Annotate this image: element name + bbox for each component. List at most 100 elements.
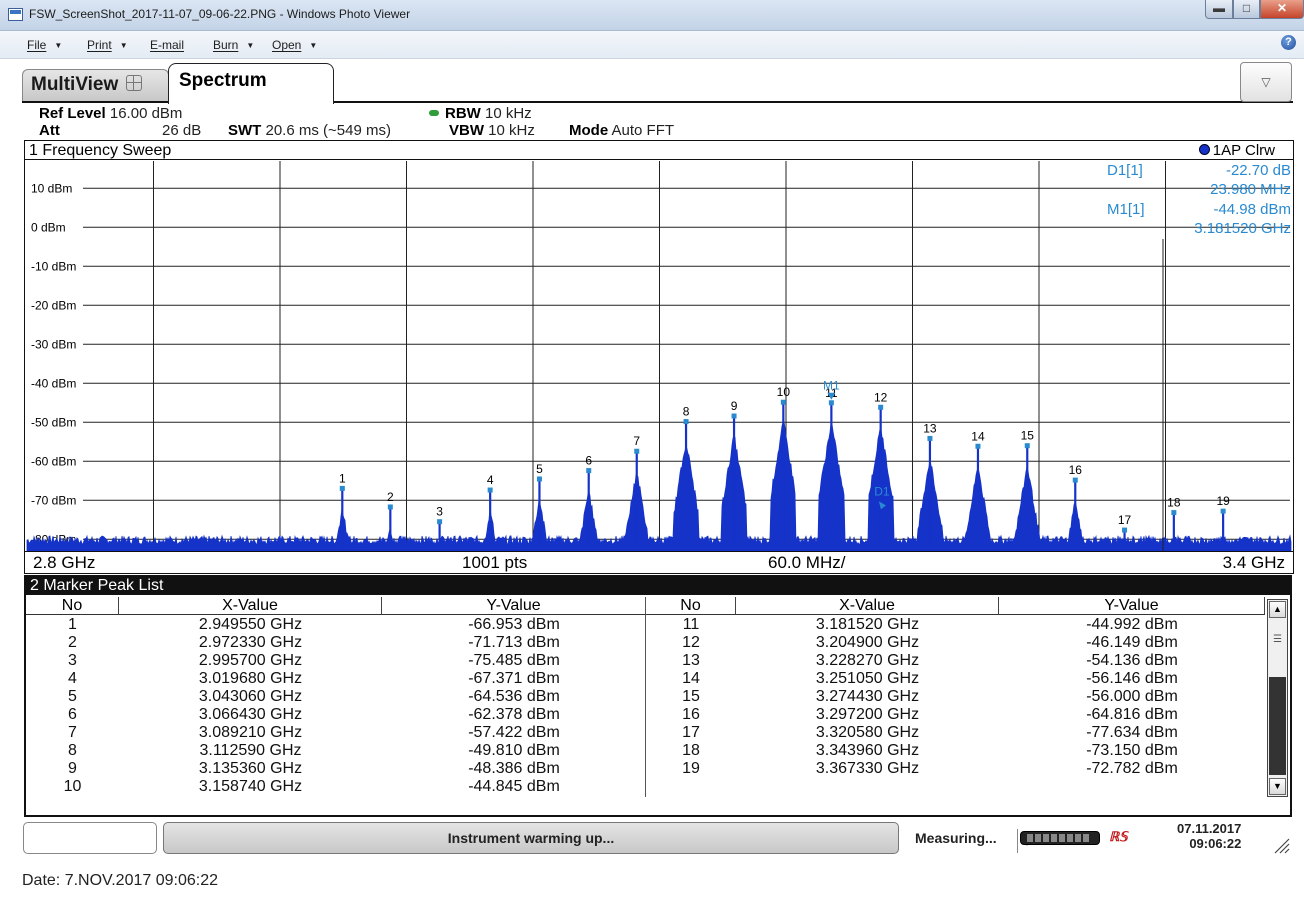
peak-label-5: 5: [536, 462, 543, 476]
peak-marker-14: [975, 443, 981, 449]
peak-row-no-17: 17: [682, 724, 700, 741]
peak-label-18: 18: [1167, 496, 1181, 510]
delta-marker-label: D1[1]: [1107, 162, 1143, 179]
chevron-down-icon: ▼: [54, 41, 63, 50]
scroll-up-icon[interactable]: ▲: [1269, 601, 1286, 618]
trace-legend: 1AP Clrw: [1198, 142, 1275, 159]
tab-multiview[interactable]: MultiView: [22, 69, 169, 101]
peak-row-x-16: 3.297200 GHz: [815, 706, 920, 723]
peak-marker-19: [1220, 508, 1226, 514]
help-icon[interactable]: ?: [1281, 35, 1296, 50]
peak-row-y-18: -73.150 dBm: [1086, 742, 1178, 759]
minimize-button[interactable]: ▬: [1205, 0, 1233, 19]
spectrum-plot: 10 dBm 0 dBm -10 dBm -20 dBm -30 dBm -40 dBm -…: [26, 161, 1292, 551]
column-header-y-value: Y-Value: [382, 597, 646, 615]
start-frequency: 2.8 GHz: [33, 553, 96, 572]
peak-row-no-3: 3: [68, 652, 77, 669]
scroll-down-icon[interactable]: ▼: [1269, 778, 1286, 795]
view-dropdown-button[interactable]: ▽: [1240, 62, 1292, 102]
column-header-x-value: X-Value: [119, 597, 382, 615]
peak-row-x-7: 3.089210 GHz: [198, 724, 303, 741]
y-tick-label: 0 dBm: [31, 220, 66, 234]
ref-marker-freq: 3.181520 GHz: [1194, 220, 1291, 237]
peak-marker-17: [1122, 527, 1128, 533]
menu-file[interactable]: File ▼: [27, 38, 62, 52]
peak-list-scrollbar[interactable]: ▲ ☰ ▼: [1267, 599, 1288, 797]
vbw-value: 10 kHz: [488, 122, 535, 139]
frequency-sweep-diagram: 1 Frequency Sweep 1AP Clrw 10 dBm 0 dBm -1…: [24, 140, 1294, 574]
chevron-down-icon: ▼: [309, 41, 318, 50]
menu-burn[interactable]: Burn ▼: [213, 38, 254, 52]
peak-row-x-11: 3.181520 GHz: [815, 616, 920, 633]
peak-row-y-12: -46.149 dBm: [1086, 634, 1178, 651]
peak-marker-2: [387, 504, 393, 510]
peak-row-no-14: 14: [682, 670, 700, 687]
peak-row-no-6: 6: [68, 706, 77, 723]
peak-row-x-15: 3.274430 GHz: [815, 688, 920, 705]
span-per-division: 60.0 MHz/: [768, 553, 846, 572]
ref-marker-value: -44.98 dBm: [1213, 201, 1291, 218]
peak-label-12: 12: [874, 390, 888, 404]
peak-row-no-9: 9: [68, 760, 77, 777]
ref-level-label: Ref Level: [39, 105, 106, 122]
peak-row-x-1: 2.949550 GHz: [198, 616, 303, 633]
peak-label-7: 7: [633, 434, 640, 448]
peak-marker-6: [586, 468, 592, 474]
column-header-no: No: [26, 597, 119, 615]
close-button[interactable]: ✕: [1260, 0, 1304, 19]
peak-row-no-16: 16: [682, 706, 700, 723]
menu-email[interactable]: E-mail: [150, 38, 184, 52]
y-tick-label: -20 dBm: [31, 298, 76, 312]
peak-label-14: 14: [971, 429, 985, 443]
stop-frequency: 3.4 GHz: [1222, 553, 1285, 572]
maximize-button[interactable]: □: [1233, 0, 1260, 19]
peak-x-column-2: 3.181520 GHz 3.204900 GHz 3.228270 GHz 3.25…: [736, 616, 999, 778]
menu-print[interactable]: Print ▼: [87, 38, 128, 52]
marker-peak-list: 2 Marker Peak List No X-Value Y-Value No…: [24, 575, 1292, 817]
resize-grip-icon: [1274, 838, 1290, 854]
peak-row-y-16: -64.816 dBm: [1086, 706, 1178, 723]
menu-bar: File ▼ Print ▼ E-mail Burn ▼ Open ▼: [0, 31, 1304, 59]
measuring-progress: [1020, 831, 1100, 845]
peak-no-column-2: 11 12 13 14 15 16 17 18 19: [646, 616, 736, 778]
peak-marker-10: [780, 399, 786, 405]
peak-row-y-2: -71.713 dBm: [468, 634, 560, 651]
peak-row-y-15: -56.000 dBm: [1086, 688, 1178, 705]
peak-row-y-10: -44.845 dBm: [468, 778, 560, 795]
status-input-box[interactable]: [23, 822, 157, 854]
peak-label-6: 6: [585, 454, 592, 468]
peak-row-x-17: 3.320580 GHz: [815, 724, 920, 741]
peak-row-x-4: 3.019680 GHz: [198, 670, 303, 687]
image-date-caption: Date: 7.NOV.2017 09:06:22: [22, 872, 218, 889]
peak-row-x-12: 3.204900 GHz: [815, 634, 920, 651]
peak-row-x-2: 2.972330 GHz: [198, 634, 303, 651]
peak-row-y-3: -75.485 dBm: [468, 652, 560, 669]
peak-label-8: 8: [683, 405, 690, 419]
peak-marker-12: [878, 404, 884, 410]
peak-label-13: 13: [923, 421, 937, 435]
delta-marker-value: -22.70 dB: [1225, 162, 1291, 179]
peak-row-y-5: -64.536 dBm: [468, 688, 560, 705]
peak-label-3: 3: [436, 505, 443, 519]
peak-marker-8: [683, 419, 689, 425]
menu-open[interactable]: Open ▼: [272, 38, 317, 52]
peak-marker-4: [487, 487, 493, 493]
peak-row-no-1: 1: [68, 616, 77, 633]
peak-label-19: 19: [1216, 494, 1230, 508]
multiview-grid-icon: [126, 75, 143, 91]
y-tick-label: -70 dBm: [31, 493, 76, 507]
peak-row-y-17: -77.634 dBm: [1086, 724, 1178, 741]
peak-row-no-5: 5: [68, 688, 77, 705]
chevron-down-icon: ▼: [246, 41, 255, 50]
peak-row-x-3: 2.995700 GHz: [198, 652, 303, 669]
att-label: Att: [39, 122, 60, 139]
scroll-thumb[interactable]: [1269, 677, 1286, 775]
peak-row-y-4: -67.371 dBm: [468, 670, 560, 687]
peak-row-no-10: 10: [63, 778, 82, 795]
peak-marker-13: [927, 435, 933, 441]
swt-label: SWT: [228, 122, 262, 139]
window-title: FSW_ScreenShot_2017-11-07_09-06-22.PNG -…: [29, 7, 411, 21]
peak-row-no-2: 2: [68, 634, 77, 651]
peak-marker-15: [1024, 443, 1030, 449]
tab-spectrum[interactable]: Spectrum: [168, 63, 334, 104]
